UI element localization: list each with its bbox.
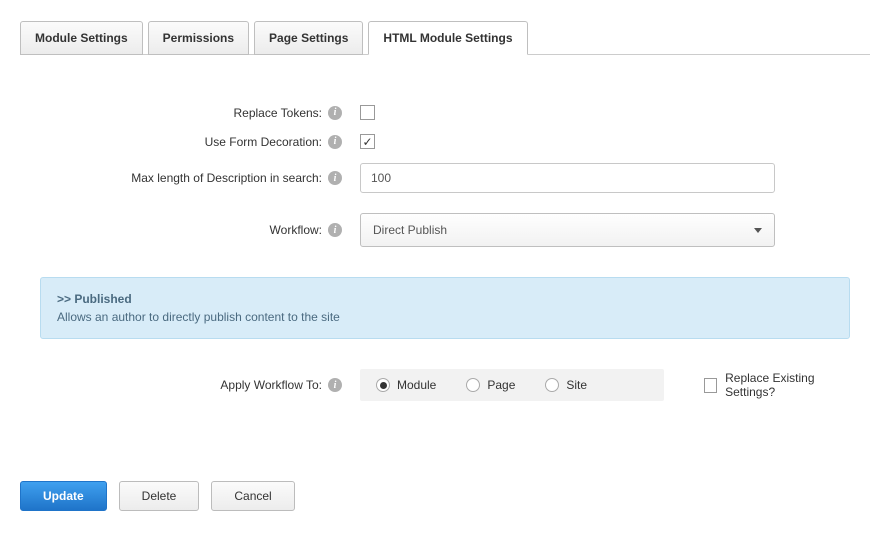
radio-icon bbox=[466, 378, 480, 392]
row-replace-tokens: Replace Tokens: i bbox=[40, 105, 850, 120]
tab-module-settings[interactable]: Module Settings bbox=[20, 21, 143, 55]
tabs: Module Settings Permissions Page Setting… bbox=[20, 20, 870, 55]
replace-tokens-checkbox[interactable] bbox=[360, 105, 375, 120]
info-icon[interactable]: i bbox=[328, 171, 342, 185]
radio-module-label: Module bbox=[397, 378, 436, 392]
row-apply-workflow: Apply Workflow To: i Module Page Site bbox=[40, 369, 850, 401]
apply-workflow-radio-group: Module Page Site bbox=[360, 369, 664, 401]
tab-html-module-settings[interactable]: HTML Module Settings bbox=[368, 21, 527, 55]
workflow-select[interactable]: Direct Publish bbox=[360, 213, 775, 247]
radio-module[interactable]: Module bbox=[376, 378, 436, 392]
max-length-label: Max length of Description in search: bbox=[131, 171, 322, 185]
use-form-decoration-label: Use Form Decoration: bbox=[205, 135, 322, 149]
radio-icon bbox=[545, 378, 559, 392]
tab-page-settings[interactable]: Page Settings bbox=[254, 21, 363, 55]
row-max-length: Max length of Description in search: i bbox=[40, 163, 850, 193]
info-title: >> Published bbox=[57, 292, 833, 306]
workflow-info-panel: >> Published Allows an author to directl… bbox=[40, 277, 850, 339]
apply-workflow-label: Apply Workflow To: bbox=[220, 378, 322, 392]
radio-icon bbox=[376, 378, 390, 392]
workflow-label: Workflow: bbox=[270, 223, 322, 237]
workflow-select-value: Direct Publish bbox=[373, 223, 447, 237]
replace-existing-checkbox[interactable] bbox=[704, 378, 717, 393]
radio-page[interactable]: Page bbox=[466, 378, 515, 392]
info-icon[interactable]: i bbox=[328, 223, 342, 237]
delete-button[interactable]: Delete bbox=[119, 481, 200, 511]
chevron-down-icon bbox=[754, 228, 762, 233]
radio-site-label: Site bbox=[566, 378, 587, 392]
info-icon[interactable]: i bbox=[328, 135, 342, 149]
tab-permissions[interactable]: Permissions bbox=[148, 21, 249, 55]
info-icon[interactable]: i bbox=[328, 106, 342, 120]
radio-site[interactable]: Site bbox=[545, 378, 587, 392]
form-area: Replace Tokens: i Use Form Decoration: i… bbox=[20, 55, 870, 421]
button-row: Update Delete Cancel bbox=[20, 481, 870, 511]
use-form-decoration-checkbox[interactable]: ✓ bbox=[360, 134, 375, 149]
row-use-form-decoration: Use Form Decoration: i ✓ bbox=[40, 134, 850, 149]
replace-tokens-label: Replace Tokens: bbox=[234, 106, 323, 120]
info-icon[interactable]: i bbox=[328, 378, 342, 392]
row-workflow: Workflow: i Direct Publish bbox=[40, 213, 850, 247]
update-button[interactable]: Update bbox=[20, 481, 107, 511]
max-length-input[interactable] bbox=[360, 163, 775, 193]
info-body: Allows an author to directly publish con… bbox=[57, 310, 833, 324]
cancel-button[interactable]: Cancel bbox=[211, 481, 294, 511]
replace-existing-label: Replace Existing Settings? bbox=[725, 371, 850, 399]
radio-page-label: Page bbox=[487, 378, 515, 392]
